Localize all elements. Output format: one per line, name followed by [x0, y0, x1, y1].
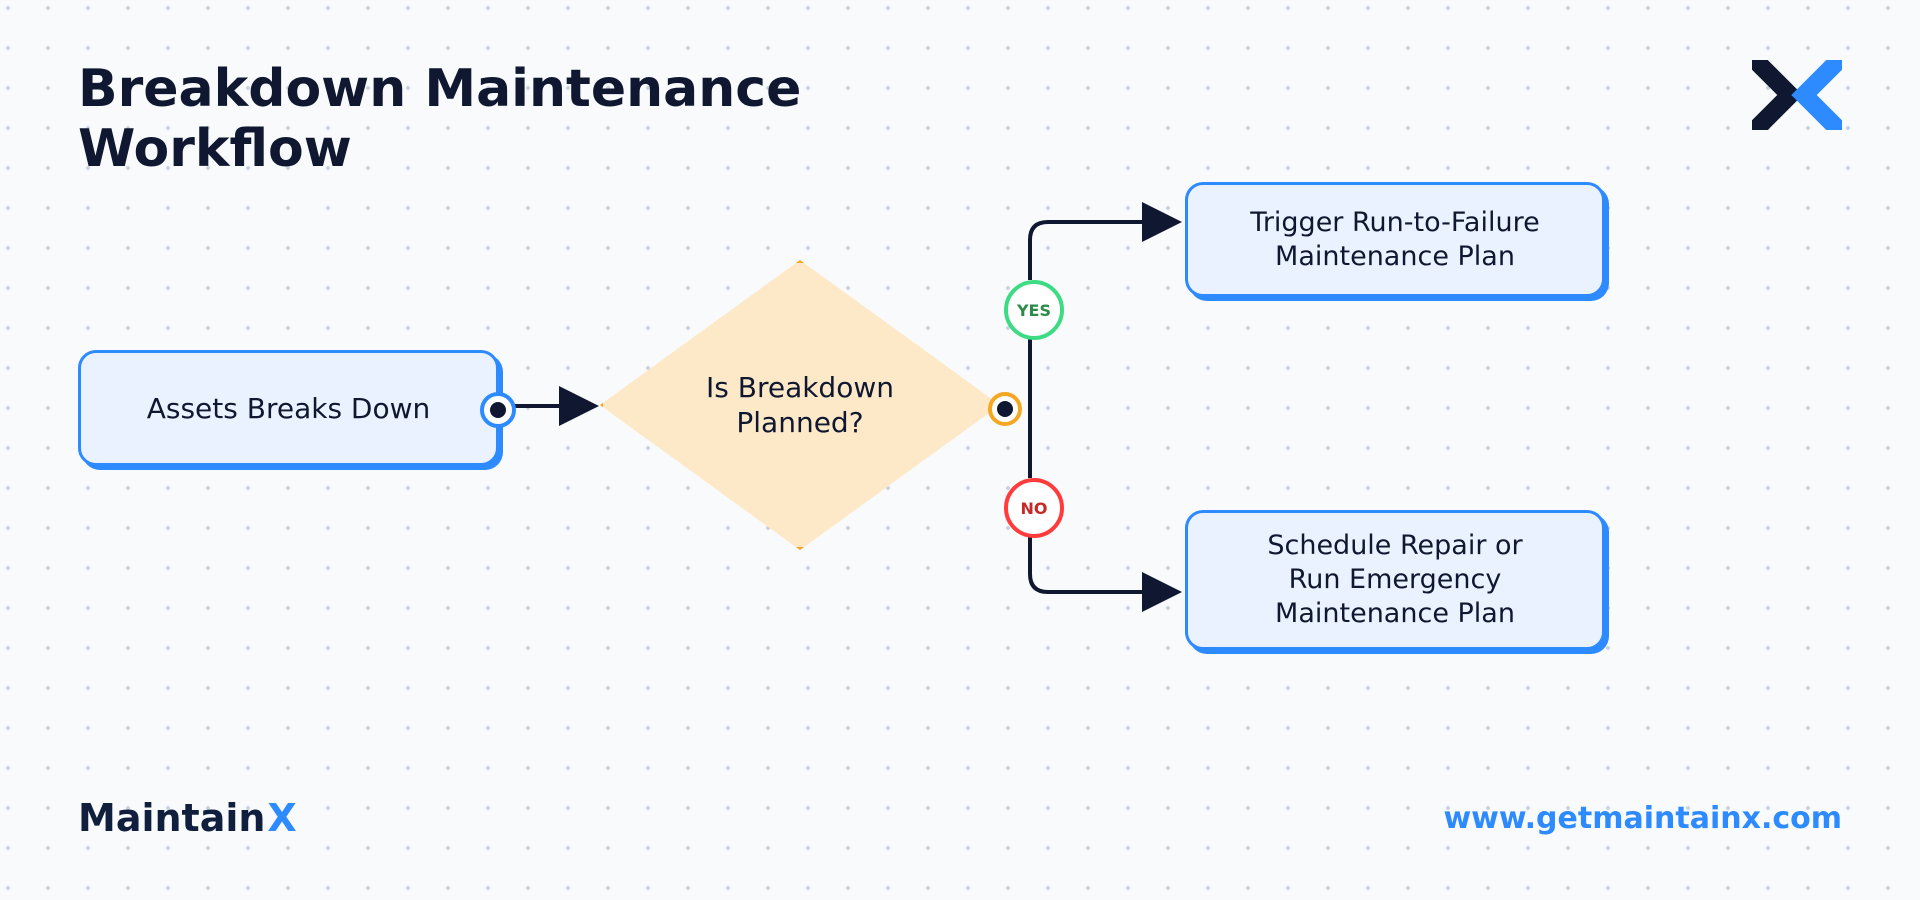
port-icon	[480, 392, 516, 428]
brand-accent-text: X	[267, 796, 296, 840]
node-outcome-yes-label: Trigger Run-to-Failure Maintenance Plan	[1250, 206, 1539, 274]
node-decision: Is Breakdown Planned?	[600, 260, 1000, 550]
node-start: Assets Breaks Down	[78, 350, 499, 466]
diagram-canvas: Breakdown Maintenance Workflow Assets Br…	[0, 0, 1920, 900]
brand-url: www.getmaintainx.com	[1443, 801, 1842, 836]
badge-no: NO	[1004, 478, 1064, 538]
page-title: Breakdown Maintenance Workflow	[78, 60, 801, 180]
node-outcome-no: Schedule Repair or Run Emergency Mainten…	[1185, 510, 1605, 650]
node-start-label: Assets Breaks Down	[147, 392, 431, 425]
brand-wordmark: MaintainX	[78, 796, 297, 840]
node-outcome-no-label: Schedule Repair or Run Emergency Mainten…	[1267, 529, 1522, 630]
badge-yes: YES	[1004, 280, 1064, 340]
brand-main-text: Maintain	[78, 796, 265, 840]
node-outcome-yes: Trigger Run-to-Failure Maintenance Plan	[1185, 182, 1605, 297]
port-icon	[988, 392, 1022, 426]
node-decision-label: Is Breakdown Planned?	[600, 260, 1000, 550]
brand-x-icon	[1752, 60, 1842, 130]
